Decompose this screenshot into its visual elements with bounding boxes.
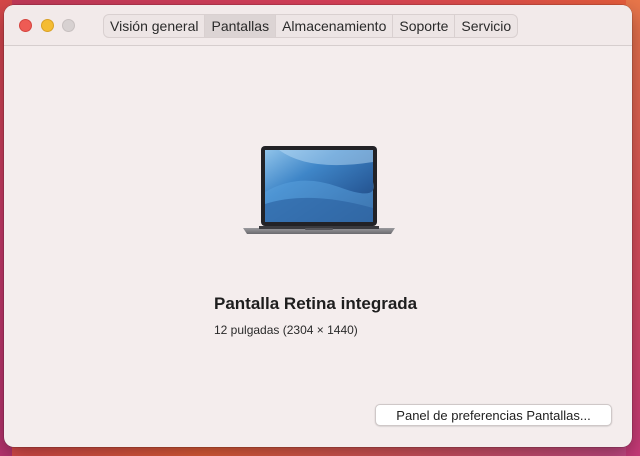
minimize-window-button[interactable] — [41, 19, 54, 32]
segmented-tab-control: Visión general Pantallas Almacenamiento … — [103, 14, 519, 38]
laptop-icon — [243, 146, 395, 234]
close-window-button[interactable] — [19, 19, 32, 32]
zoom-window-button — [62, 19, 75, 32]
display-size-resolution: 12 pulgadas (2304 × 1440) — [214, 323, 358, 337]
display-preferences-button[interactable]: Panel de preferencias Pantallas... — [375, 404, 612, 426]
tab-pantallas[interactable]: Pantallas — [205, 15, 277, 37]
about-this-mac-window: Visión general Pantallas Almacenamiento … — [4, 5, 632, 447]
window-titlebar: Visión general Pantallas Almacenamiento … — [4, 5, 632, 46]
tab-vision-general[interactable]: Visión general — [104, 15, 206, 37]
tab-servicio[interactable]: Servicio — [455, 15, 517, 37]
display-name: Pantalla Retina integrada — [214, 294, 418, 313]
displays-pane: Pantalla Retina integrada 12 pulgadas (2… — [4, 46, 632, 447]
tab-soporte[interactable]: Soporte — [393, 15, 456, 37]
tab-almacenamiento[interactable]: Almacenamiento — [276, 15, 394, 37]
